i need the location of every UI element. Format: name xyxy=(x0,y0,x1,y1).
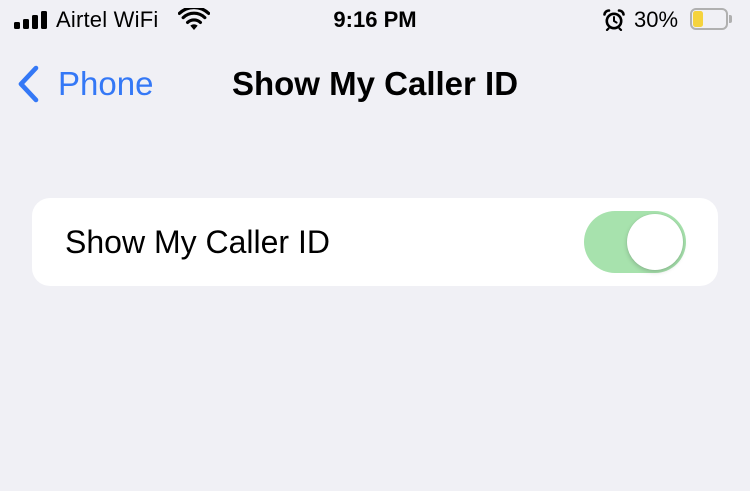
settings-group: Show My Caller ID xyxy=(32,198,718,286)
toggle-knob xyxy=(627,214,683,270)
battery-percent: 30% xyxy=(634,7,679,32)
status-bar: Airtel WiFi 9:16 PM 30% xyxy=(0,0,750,40)
alarm-icon xyxy=(603,9,625,31)
show-caller-id-label: Show My Caller ID xyxy=(65,224,330,260)
battery-icon xyxy=(690,8,732,30)
page-title: Show My Caller ID xyxy=(231,65,519,102)
show-caller-id-toggle[interactable] xyxy=(584,211,686,273)
battery-level-fill xyxy=(693,11,703,27)
